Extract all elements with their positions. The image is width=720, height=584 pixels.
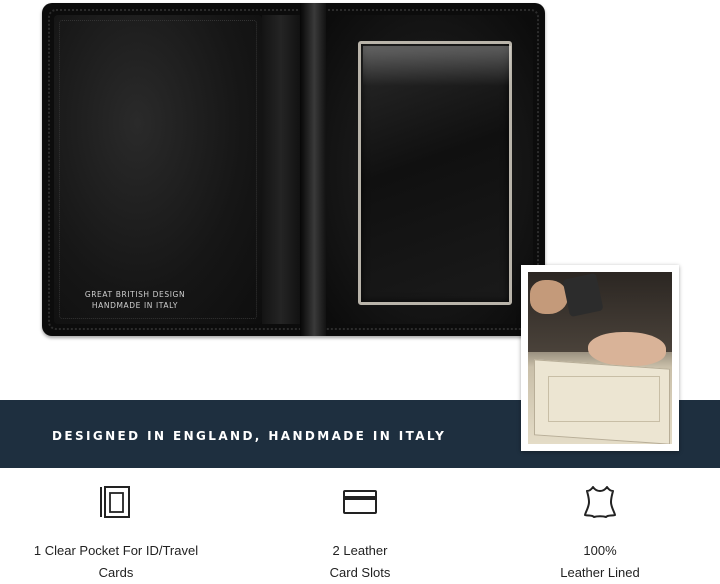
id-pocket-icon	[100, 486, 130, 518]
feature-1-line-1: 1 Clear Pocket For ID/Travel	[33, 543, 199, 558]
wallet-emboss: GREAT BRITISH DESIGN HANDMADE IN ITALY	[60, 289, 210, 311]
feature-leather-lined: 100% Leather Lined	[510, 484, 690, 584]
craftsman-photo-image	[528, 272, 672, 444]
wallet-card-slot	[262, 15, 300, 324]
feature-3-line-2: Leather Lined	[560, 565, 640, 580]
craft-photo	[521, 265, 679, 451]
feature-2-line-2: Card Slots	[329, 565, 391, 580]
feature-3-line-1: 100%	[583, 543, 617, 558]
feature-card-slots: 2 Leather Card Slots	[270, 484, 450, 584]
feature-1-line-2: Cards	[98, 565, 134, 580]
leather-hide-icon	[584, 486, 616, 518]
emboss-line-1: GREAT BRITISH DESIGN	[84, 290, 186, 299]
banner-text: DESIGNED IN ENGLAND, HANDMADE IN ITALY	[52, 429, 447, 443]
emboss-line-2: HANDMADE IN ITALY	[91, 301, 179, 310]
card-slot-icon	[343, 490, 377, 514]
wallet-spine	[300, 3, 326, 336]
feature-id-pocket: 1 Clear Pocket For ID/Travel Cards	[10, 484, 222, 584]
wallet-left-panel	[54, 15, 262, 324]
wallet-image: GREAT BRITISH DESIGN HANDMADE IN ITALY	[42, 3, 545, 336]
id-window	[358, 41, 512, 305]
feature-2-line-1: 2 Leather	[332, 543, 388, 558]
